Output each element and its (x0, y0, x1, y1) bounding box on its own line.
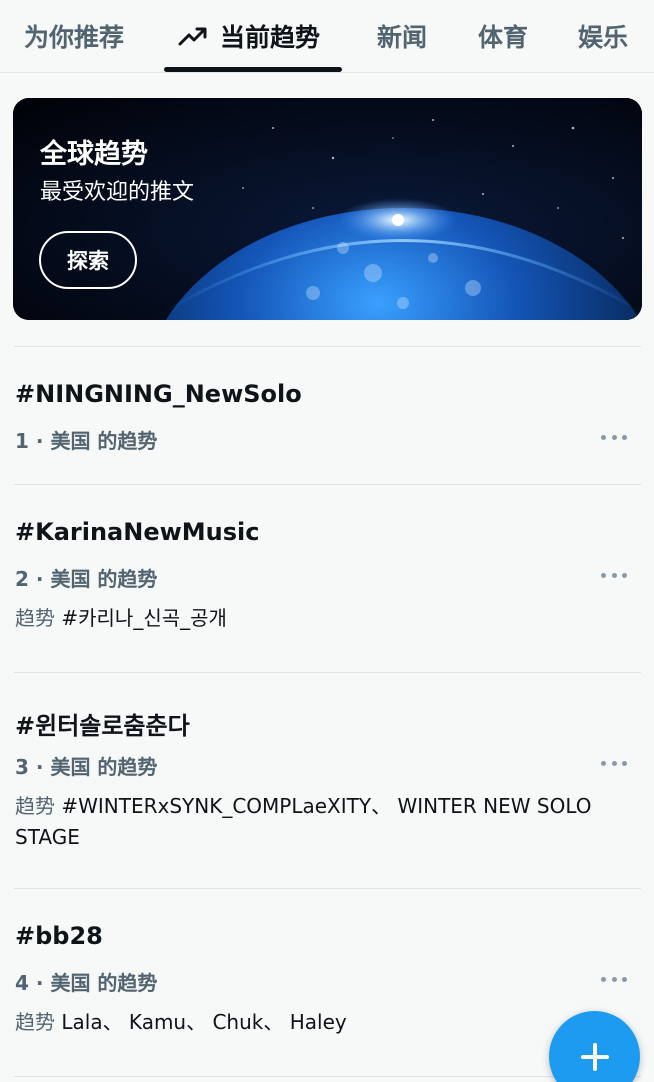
explore-button[interactable]: 探索 (39, 231, 137, 289)
global-trends-banner[interactable]: 全球趋势 最受欢迎的推文 探索 (13, 98, 642, 320)
divider (14, 346, 641, 347)
more-options-icon[interactable] (601, 975, 627, 983)
trend-meta: 2 · 美国 的趋势 (15, 567, 158, 591)
tab-for-you[interactable]: 为你推荐 (24, 0, 124, 72)
trend-related: 趋势 #WINTERxSYNK_COMPLaeXITY、 WINTER NEW … (15, 791, 640, 853)
divider (14, 888, 641, 889)
tab-entertainment[interactable]: 娱乐 (578, 0, 628, 72)
tab-label: 娱乐 (578, 23, 629, 52)
trend-related-text: #WINTERxSYNK_COMPLaeXITY、 WINTER NEW SOL… (15, 794, 592, 849)
trend-related-label: 趋势 (15, 606, 55, 630)
trend-title: #윈터솔로춤춘다 (15, 712, 190, 740)
divider (14, 484, 641, 485)
tab-label: 新闻 (377, 23, 428, 52)
trend-meta: 3 · 美国 的趋势 (15, 755, 158, 779)
trend-related-text: Lala、 Kamu、 Chuk、 Haley (55, 1010, 347, 1034)
trending-up-icon (178, 27, 207, 46)
trend-meta: 4 · 美国 的趋势 (15, 971, 158, 995)
tab-bar: 为你推荐 当前趋势 新闻 体育 娱乐 (0, 0, 654, 73)
trend-related: 趋势 Lala、 Kamu、 Chuk、 Haley (15, 1007, 640, 1038)
trend-related-label: 趋势 (15, 1010, 55, 1034)
divider (14, 1076, 641, 1077)
trend-meta: 1 · 美国 的趋势 (15, 429, 158, 453)
trend-title: #KarinaNewMusic (15, 518, 260, 546)
tab-label: 为你推荐 (24, 23, 125, 52)
trend-title: #NINGNING_NewSolo (15, 380, 302, 408)
tab-label: 当前趋势 (220, 23, 321, 52)
trend-related-text: #카리나_신곡_공개 (55, 606, 227, 630)
tab-trending[interactable]: 当前趋势 (178, 0, 320, 72)
active-tab-indicator (164, 67, 342, 72)
tab-label: 体育 (478, 23, 529, 52)
trend-related: 趋势 #카리나_신곡_공개 (15, 603, 640, 634)
tab-sports[interactable]: 体育 (478, 0, 528, 72)
divider (14, 672, 641, 673)
trend-title: #bb28 (15, 922, 103, 950)
banner-subtitle: 最受欢迎的推文 (40, 180, 195, 205)
trend-related-label: 趋势 (15, 794, 55, 818)
more-options-icon[interactable] (601, 433, 627, 441)
more-options-icon[interactable] (601, 759, 627, 767)
tab-news[interactable]: 新闻 (377, 0, 427, 72)
banner-title: 全球趋势 (40, 139, 148, 170)
explore-page: 为你推荐 当前趋势 新闻 体育 娱乐 全球趋势 最受欢迎的推文 探索 #NING… (0, 0, 654, 1082)
plus-icon (580, 1042, 609, 1071)
more-options-icon[interactable] (601, 571, 627, 579)
